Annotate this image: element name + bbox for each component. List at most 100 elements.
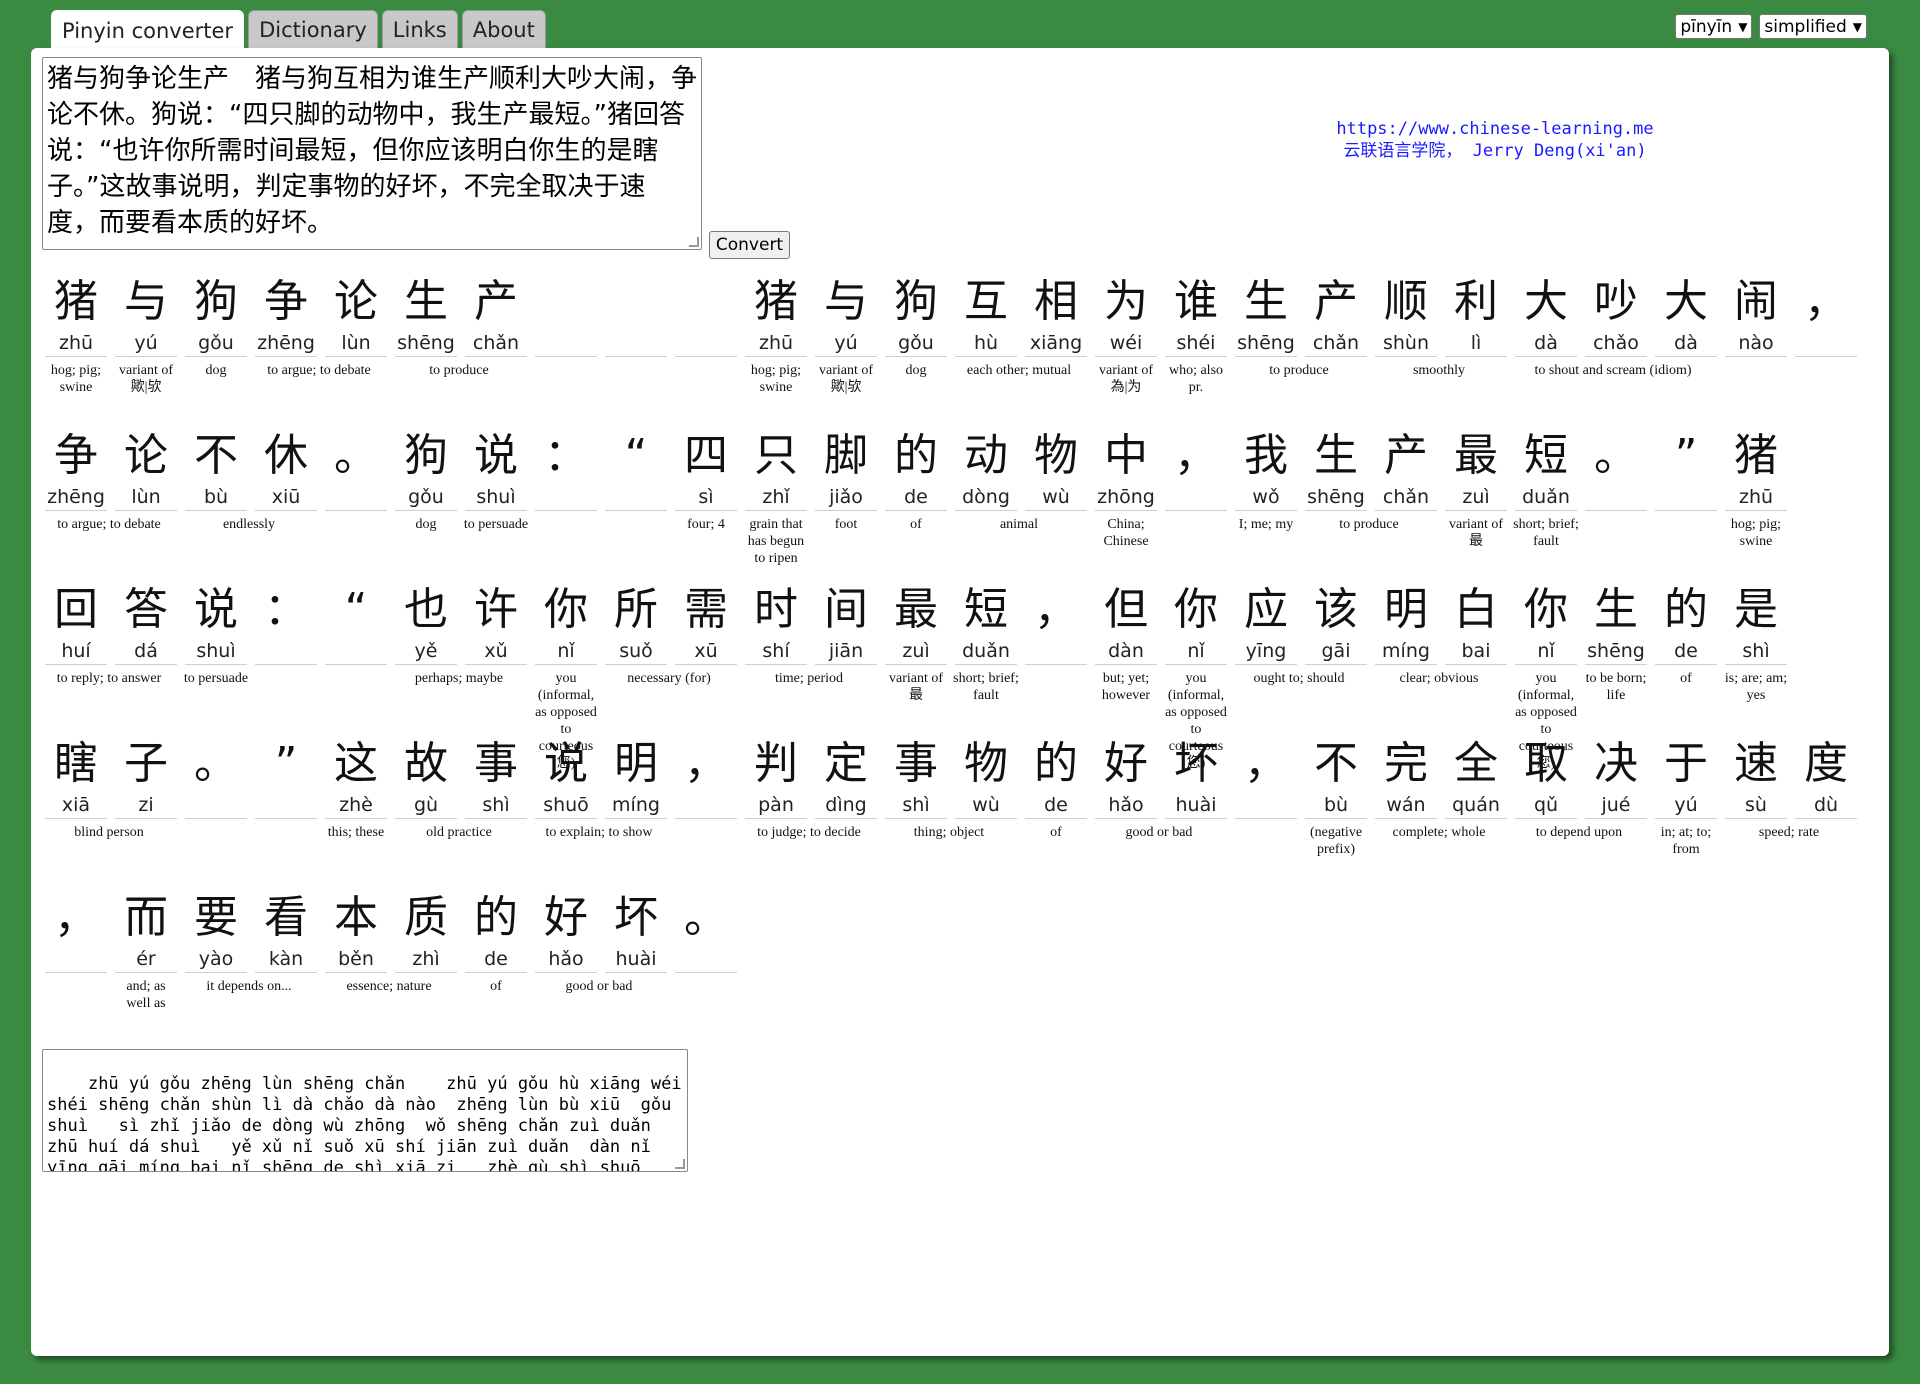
definition: four; 4 xyxy=(687,517,725,532)
hanzi: ， xyxy=(54,892,98,943)
pinyin-reading: shéi xyxy=(1176,332,1216,354)
char-cell: 生 shēng to produce xyxy=(1305,429,1399,583)
hanzi: 物 xyxy=(964,738,1008,789)
hanzi: 物 xyxy=(1034,430,1078,481)
tab-pinyin-converter[interactable]: Pinyin converter xyxy=(51,10,245,50)
hanzi: 本 xyxy=(334,892,378,943)
hanzi: 产 xyxy=(474,276,518,327)
pinyin-reading: quán xyxy=(1452,794,1500,816)
char-cell: ， xyxy=(1235,737,1297,891)
pinyin-reading: jiǎo xyxy=(829,486,863,508)
definition: (negative prefix) xyxy=(1309,825,1363,857)
divider xyxy=(1305,664,1367,665)
hanzi: ： xyxy=(264,584,308,635)
script-select[interactable]: simplified ▼ xyxy=(1759,14,1867,39)
pinyin-reading: xiāng xyxy=(1029,332,1083,354)
hanzi: 所 xyxy=(614,584,658,635)
char-cell: 事 shì xyxy=(465,737,527,891)
hanzi: ， xyxy=(1244,738,1288,789)
char-cell: ， xyxy=(1795,275,1857,429)
hanzi: 我 xyxy=(1244,430,1288,481)
pinyin-reading: wǒ xyxy=(1252,486,1280,508)
divider xyxy=(115,510,177,511)
divider xyxy=(1095,818,1157,819)
converter-panel: 猪与狗争论生产 猪与狗互相为谁生产顺利大吵大闹，争论不休。狗说：“四只脚的动物中… xyxy=(31,48,1889,1356)
pinyin-reading: suǒ xyxy=(619,640,653,662)
resize-grip-icon[interactable] xyxy=(689,237,699,247)
pinyin-reading: sù xyxy=(1745,794,1767,816)
divider xyxy=(1305,356,1367,357)
divider xyxy=(815,664,877,665)
char-cell: 谁 shéi who; also pr. xyxy=(1165,275,1227,429)
definition: in; at; to; from xyxy=(1660,825,1712,857)
char-cell: 的 de of xyxy=(465,891,527,1045)
pinyin-reading: kàn xyxy=(268,948,304,970)
char-cell: ， xyxy=(1165,429,1227,583)
hanzi: 取 xyxy=(1524,738,1568,789)
definition: grain that has begun to ripen xyxy=(747,517,805,566)
chinese-input-textarea[interactable]: 猪与狗争论生产 猪与狗互相为谁生产顺利大吵大闹，争论不休。狗说：“四只脚的动物中… xyxy=(42,57,702,250)
tab-dictionary[interactable]: Dictionary xyxy=(248,10,378,48)
char-cell: 的 de of xyxy=(1025,737,1087,891)
pinyin-reading: shēng xyxy=(1587,640,1645,662)
char-cell: 不 bù (negative prefix) xyxy=(1305,737,1367,891)
site-link[interactable]: https://www.chinese-learning.me xyxy=(1280,118,1710,140)
divider xyxy=(1165,356,1227,357)
tab-links[interactable]: Links xyxy=(381,10,458,48)
pinyin-reading: dìng xyxy=(825,794,867,816)
hanzi: 事 xyxy=(894,738,938,789)
hanzi: 产 xyxy=(1384,430,1428,481)
pinyin-reading: de xyxy=(1674,640,1698,662)
divider xyxy=(255,356,317,357)
hanzi: 生 xyxy=(404,276,448,327)
divider xyxy=(1795,356,1857,357)
char-cell: 回 huí to reply; to answer xyxy=(45,583,161,737)
pinyin-reading: ér xyxy=(136,948,156,970)
hanzi: 于 xyxy=(1664,738,1708,789)
divider xyxy=(45,818,107,819)
hanzi: 你 xyxy=(544,584,588,635)
divider xyxy=(815,356,877,357)
pinyin-reading: bù xyxy=(1323,794,1349,816)
pinyin-reading: xǔ xyxy=(484,640,508,662)
hanzi: 利 xyxy=(1454,276,1498,327)
hanzi: 定 xyxy=(824,738,868,789)
divider xyxy=(395,972,457,973)
divider xyxy=(1725,664,1787,665)
char-cell: 好 hǎo good or bad xyxy=(1095,737,1192,891)
tab-about[interactable]: About xyxy=(461,10,546,48)
divider xyxy=(675,510,737,511)
hanzi: 不 xyxy=(1314,738,1358,789)
char-cell: 相 xiāng xyxy=(1025,275,1087,429)
char-cell: “ xyxy=(325,583,387,737)
divider xyxy=(1725,818,1787,819)
pinyin-reading: yú xyxy=(1674,794,1698,816)
hanzi: 只 xyxy=(754,430,798,481)
char-cell: 互 hù each other; mutual xyxy=(955,275,1071,429)
char-cell: ： xyxy=(255,583,317,737)
char-cell: 时 shí time; period xyxy=(745,583,843,737)
divider xyxy=(325,664,387,665)
divider xyxy=(325,356,387,357)
pinyin-reading: zhōng xyxy=(1097,486,1155,508)
pinyin-reading: chǎn xyxy=(1312,332,1360,354)
divider xyxy=(955,664,1017,665)
pinyin-reading: gǒu xyxy=(198,332,234,354)
divider xyxy=(1235,510,1297,511)
divider xyxy=(885,664,947,665)
definition: of xyxy=(910,517,922,532)
definition: of xyxy=(490,979,502,994)
char-cell: 我 wǒ I; me; my xyxy=(1235,429,1297,583)
pinyin-reading: shēng xyxy=(1307,486,1365,508)
tone-mode-select[interactable]: pīnyīn ▼ xyxy=(1675,14,1753,39)
divider xyxy=(45,664,107,665)
definition: variant of 最 xyxy=(888,671,944,703)
convert-button[interactable]: Convert xyxy=(709,231,790,259)
char-cell: 是 shì is; are; am; yes xyxy=(1725,583,1787,737)
resize-grip-icon[interactable] xyxy=(675,1159,685,1169)
divider xyxy=(1445,818,1507,819)
pinyin-output-textarea[interactable]: zhū yú gǒu zhēng lùn shēng chǎn zhū yú g… xyxy=(42,1049,688,1172)
char-cell: 你 nǐ you (informal, as opposed to courteou… xyxy=(1515,583,1577,771)
pinyin-reading: hǎo xyxy=(1108,794,1144,816)
hanzi: 速 xyxy=(1734,738,1778,789)
